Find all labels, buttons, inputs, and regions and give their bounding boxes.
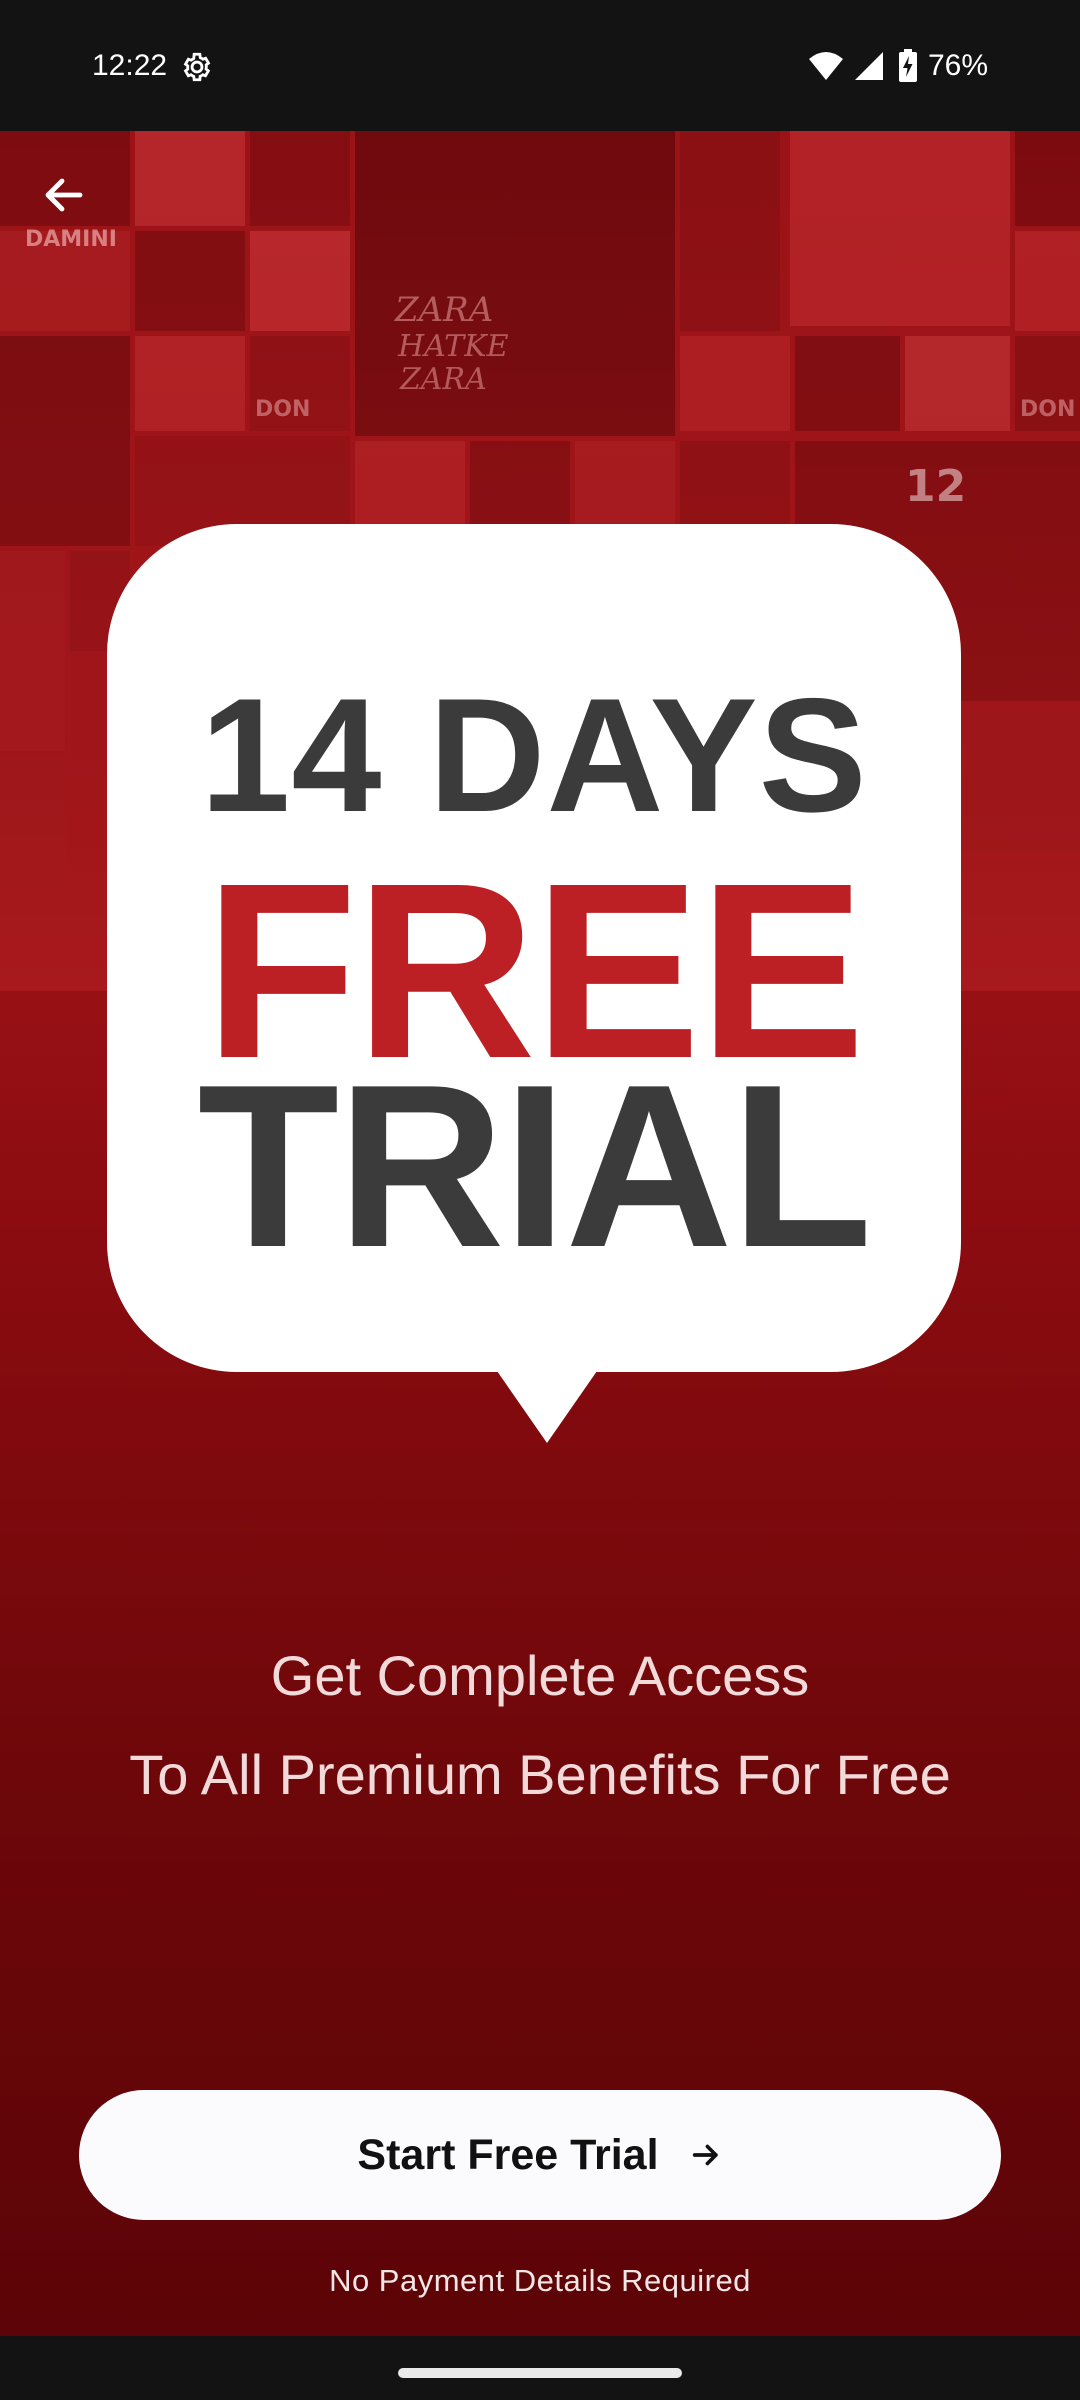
arrow-right-icon: [692, 2144, 718, 2166]
benefit-line-2: To All Premium Benefits For Free: [129, 1743, 951, 1806]
battery-percentage: 76%: [927, 49, 988, 82]
trial-promo-screen: ZARA HATKE ZARA 12 DAMINI DON DON 14 DAY…: [0, 131, 1080, 2336]
screen: 12:22 76% 14 DAYS FREE TRIAL Get Complet…: [0, 0, 1080, 2400]
no-payment-note: No Payment Details Required: [329, 2263, 751, 2298]
wifi-icon: [808, 52, 843, 80]
trial-label: TRIAL: [197, 1037, 873, 1296]
benefit-line-1: Get Complete Access: [270, 1644, 810, 1707]
system-nav-bar: [0, 2336, 1080, 2400]
status-bar: 12:22 76%: [0, 0, 1080, 131]
status-time: 12:22: [92, 49, 168, 82]
arrow-left-icon: [45, 178, 83, 212]
speech-bubble-tail: [497, 1371, 597, 1443]
back-button[interactable]: [32, 163, 96, 227]
start-free-trial-label: Start Free Trial: [357, 2130, 659, 2179]
signal-icon: [854, 52, 883, 80]
gear-icon: [183, 52, 211, 82]
trial-duration: 14 DAYS: [200, 665, 868, 846]
status-icons: 76%: [808, 46, 988, 86]
home-indicator[interactable]: [398, 2368, 682, 2378]
start-free-trial-button[interactable]: Start Free Trial: [79, 2090, 1001, 2220]
battery-charging-icon: [898, 49, 917, 82]
